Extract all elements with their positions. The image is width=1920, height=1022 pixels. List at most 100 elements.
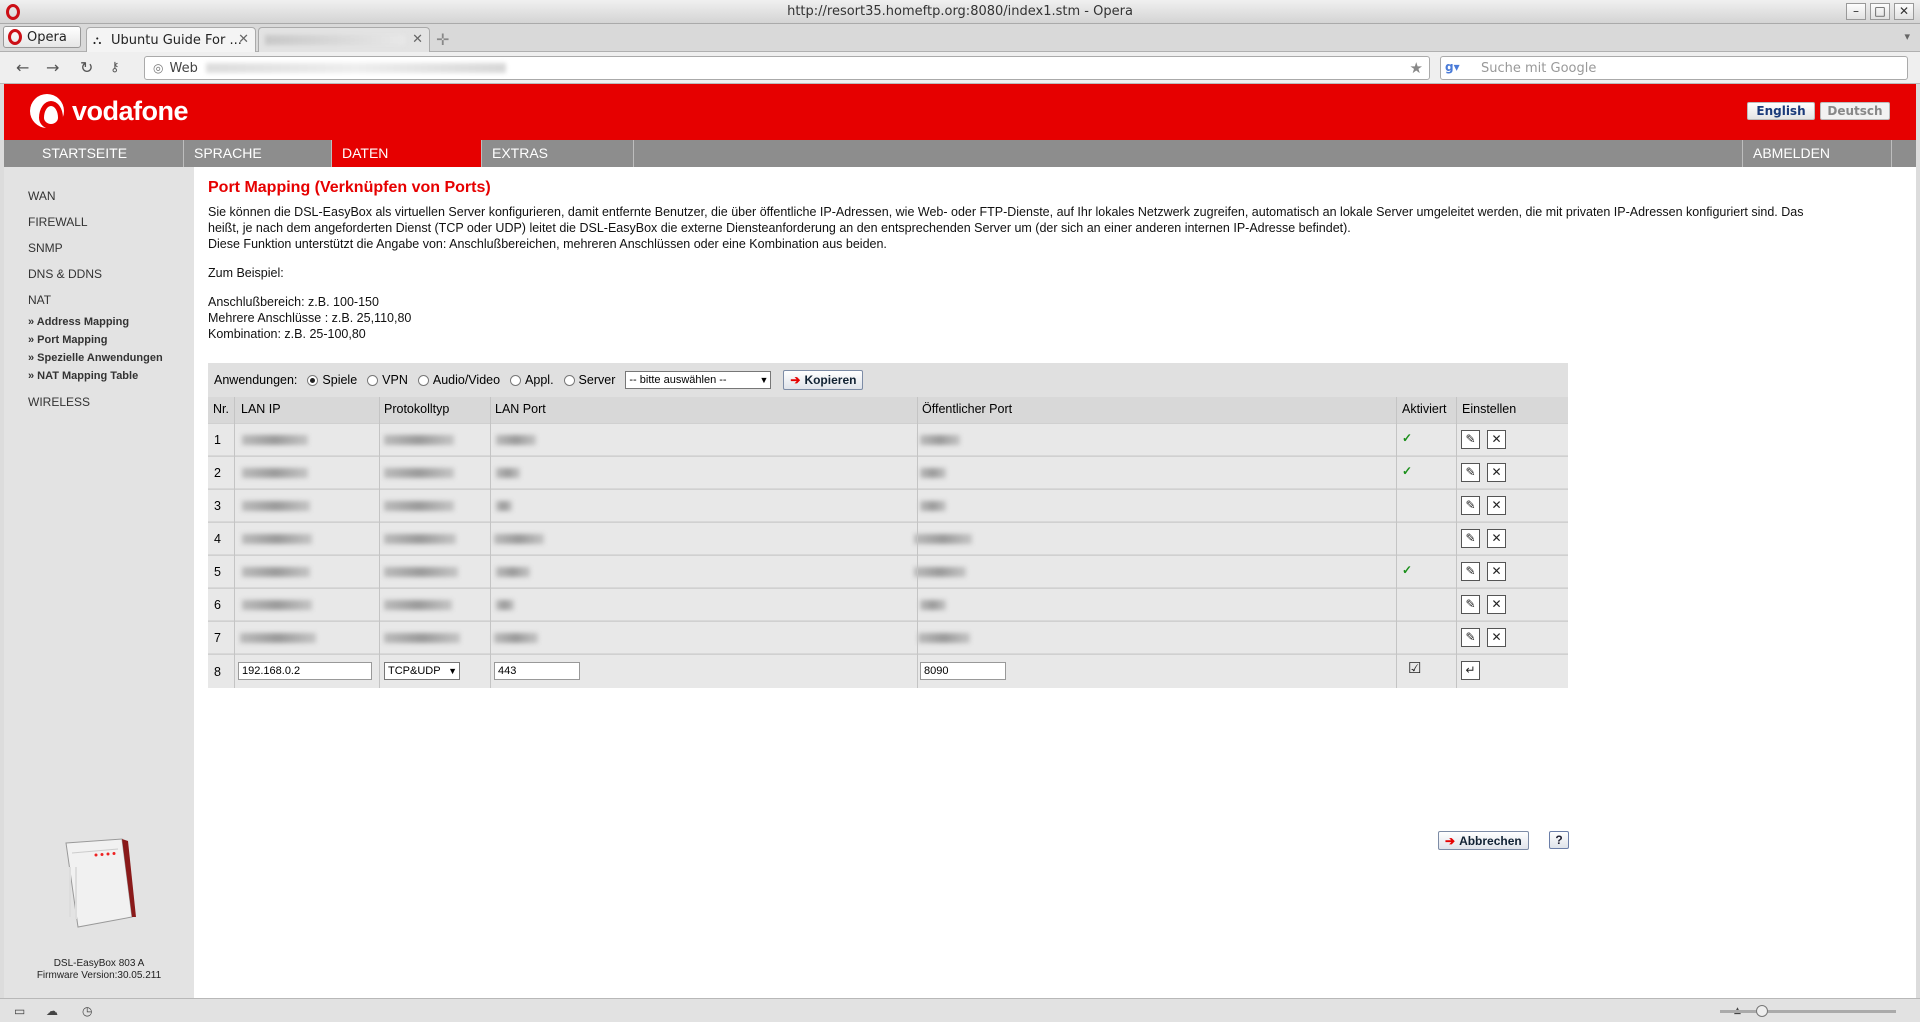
sidebar-item-snmp[interactable]: SNMP [28, 241, 63, 255]
delete-x-icon[interactable]: ✕ [1487, 562, 1506, 581]
nav-sprache[interactable]: SPRACHE [184, 140, 332, 167]
sidebar-item-dns-ddns[interactable]: DNS & DDNS [28, 267, 102, 281]
new-tab-icon[interactable]: ✛ [436, 30, 449, 49]
close-tab-icon[interactable]: ✕ [238, 32, 249, 47]
nav-daten[interactable]: DATEN [332, 140, 482, 167]
sidebar-item-firewall[interactable]: FIREWALL [28, 215, 88, 229]
minimize-button[interactable]: – [1846, 3, 1866, 20]
col-lan-ip: LAN IP [241, 402, 281, 416]
search-field[interactable]: g▾ Suche mit Google [1440, 56, 1908, 80]
blurred-lan-ip [240, 633, 316, 643]
opera-menu-label: Opera [27, 29, 67, 45]
site-info-icon[interactable]: ◎ [153, 61, 163, 75]
close-window-button[interactable]: ✕ [1894, 3, 1914, 20]
table-row: 2 ✓ ✎ ✕ [208, 456, 1568, 488]
blurred-lan-ip [242, 468, 308, 478]
radio-audio-video[interactable] [417, 374, 429, 386]
help-button[interactable]: ? [1549, 831, 1569, 849]
lang-deutsch-button[interactable]: Deutsch [1820, 102, 1890, 120]
nav-startseite[interactable]: STARTSEITE [32, 140, 184, 167]
edit-pencil-icon[interactable]: ✎ [1461, 463, 1480, 482]
edit-pencil-icon[interactable]: ✎ [1461, 562, 1480, 581]
table-row: 6 ✎ ✕ [208, 588, 1568, 620]
bookmark-star-icon[interactable]: ★ [1410, 59, 1423, 77]
sidebar-item-wan[interactable]: WAN [28, 189, 56, 203]
maximize-button[interactable]: □ [1870, 3, 1890, 20]
sidebar-subitem-spezielle-anwendungen[interactable]: » Spezielle Anwendungen [28, 352, 163, 364]
edit-pencil-icon[interactable]: ✎ [1461, 496, 1480, 515]
add-entry-enter-icon[interactable]: ↵ [1461, 661, 1480, 680]
back-arrow-icon[interactable]: ← [16, 58, 29, 77]
copy-button-label: Kopieren [804, 373, 857, 387]
tab-menu-chevron-icon[interactable]: ▾ [1904, 30, 1910, 43]
nav-extras[interactable]: EXTRAS [482, 140, 634, 167]
zoom-slider-knob[interactable] [1756, 1005, 1768, 1017]
lan-port-input[interactable]: 443 [494, 662, 580, 680]
lang-english-button[interactable]: English [1747, 102, 1815, 120]
protocol-select[interactable]: TCP&UDP ▼ [384, 662, 460, 680]
address-prefix: Web [169, 60, 198, 76]
chevron-down-icon: ▼ [759, 375, 769, 385]
panel-toggle-icon[interactable]: ▭ [14, 1004, 25, 1018]
active-checkbox[interactable]: ☑ [1408, 659, 1421, 677]
sidebar-subitem-address-mapping[interactable]: » Address Mapping [28, 316, 129, 328]
delete-x-icon[interactable]: ✕ [1487, 496, 1506, 515]
radio-vpn[interactable] [367, 374, 379, 386]
device-name: DSL-EasyBox 803 A [53, 958, 145, 969]
cloud-icon[interactable]: ☁ [46, 1004, 58, 1018]
blurred-lan-port [494, 534, 544, 544]
blurred-lan-port [496, 600, 514, 610]
table-row: 3 ✎ ✕ [208, 489, 1568, 521]
col-settings: Einstellen [1462, 402, 1517, 416]
description-line-2: heißt, je nach dem angeforderten Dienst … [208, 221, 1351, 235]
row-nr: 2 [214, 466, 221, 480]
example-combination: Kombination: z.B. 25-100,80 [208, 327, 366, 341]
blurred-lan-ip [242, 600, 312, 610]
tab-ubuntu-guide[interactable]: ⛬ Ubuntu Guide For ... ✕ [86, 27, 256, 52]
sidebar-subitem-nat-mapping-table[interactable]: » NAT Mapping Table [28, 370, 138, 382]
delete-x-icon[interactable]: ✕ [1487, 430, 1506, 449]
port-mapping-table: Anwendungen: Spiele VPN Audio/Video Appl… [208, 363, 1568, 688]
cancel-button[interactable]: ➔ Abbrechen [1438, 831, 1529, 850]
tab-router[interactable]: ✕ [258, 27, 430, 52]
nav-abmelden[interactable]: ABMELDEN [1742, 140, 1892, 167]
blurred-lan-port [496, 501, 512, 511]
sidebar-item-wireless[interactable]: WIRELESS [28, 395, 90, 409]
address-bar[interactable]: ◎ Web ★ [144, 56, 1430, 80]
radio-appl[interactable] [510, 374, 522, 386]
blurred-protocol [384, 534, 456, 544]
reload-icon[interactable]: ↻ [80, 58, 93, 77]
radio-spiele[interactable] [307, 374, 319, 386]
forward-arrow-icon[interactable]: → [46, 58, 59, 77]
col-protocol: Protokolltyp [384, 402, 450, 416]
delete-x-icon[interactable]: ✕ [1487, 595, 1506, 614]
delete-x-icon[interactable]: ✕ [1487, 628, 1506, 647]
speed-dial-icon[interactable]: ◷ [82, 1004, 92, 1018]
vodafone-header: vodafone English Deutsch [4, 84, 1916, 140]
edit-pencil-icon[interactable]: ✎ [1461, 595, 1480, 614]
opera-menu-button[interactable]: Opera [3, 26, 81, 48]
blurred-lan-ip [242, 567, 310, 577]
delete-x-icon[interactable]: ✕ [1487, 529, 1506, 548]
page-title: Port Mapping (Verknüpfen von Ports) [208, 179, 491, 196]
key-icon[interactable]: ⚷ [110, 60, 120, 75]
public-port-input[interactable]: 8090 [920, 662, 1006, 680]
delete-x-icon[interactable]: ✕ [1487, 463, 1506, 482]
sidebar-item-nat[interactable]: NAT [28, 293, 51, 307]
sidebar: WAN FIREWALL SNMP DNS & DDNS NAT » Addre… [4, 167, 194, 998]
edit-pencil-icon[interactable]: ✎ [1461, 529, 1480, 548]
table-row: 7 ✎ ✕ [208, 621, 1568, 653]
application-select[interactable]: -- bitte auswählen -- ▼ [625, 371, 772, 389]
zoom-slider[interactable] [1720, 1005, 1896, 1017]
edit-pencil-icon[interactable]: ✎ [1461, 430, 1480, 449]
window-title: http://resort35.homeftp.org:8080/index1.… [787, 4, 1133, 19]
google-search-engine-icon[interactable]: g▾ [1445, 60, 1461, 76]
row-nr: 8 [214, 665, 221, 679]
column-divider [234, 397, 235, 688]
close-tab-icon[interactable]: ✕ [412, 32, 423, 47]
edit-pencil-icon[interactable]: ✎ [1461, 628, 1480, 647]
copy-button[interactable]: ➔ Kopieren [783, 370, 864, 390]
radio-server[interactable] [563, 374, 575, 386]
sidebar-subitem-port-mapping[interactable]: » Port Mapping [28, 334, 107, 346]
lan-ip-input[interactable]: 192.168.0.2 [238, 662, 372, 680]
